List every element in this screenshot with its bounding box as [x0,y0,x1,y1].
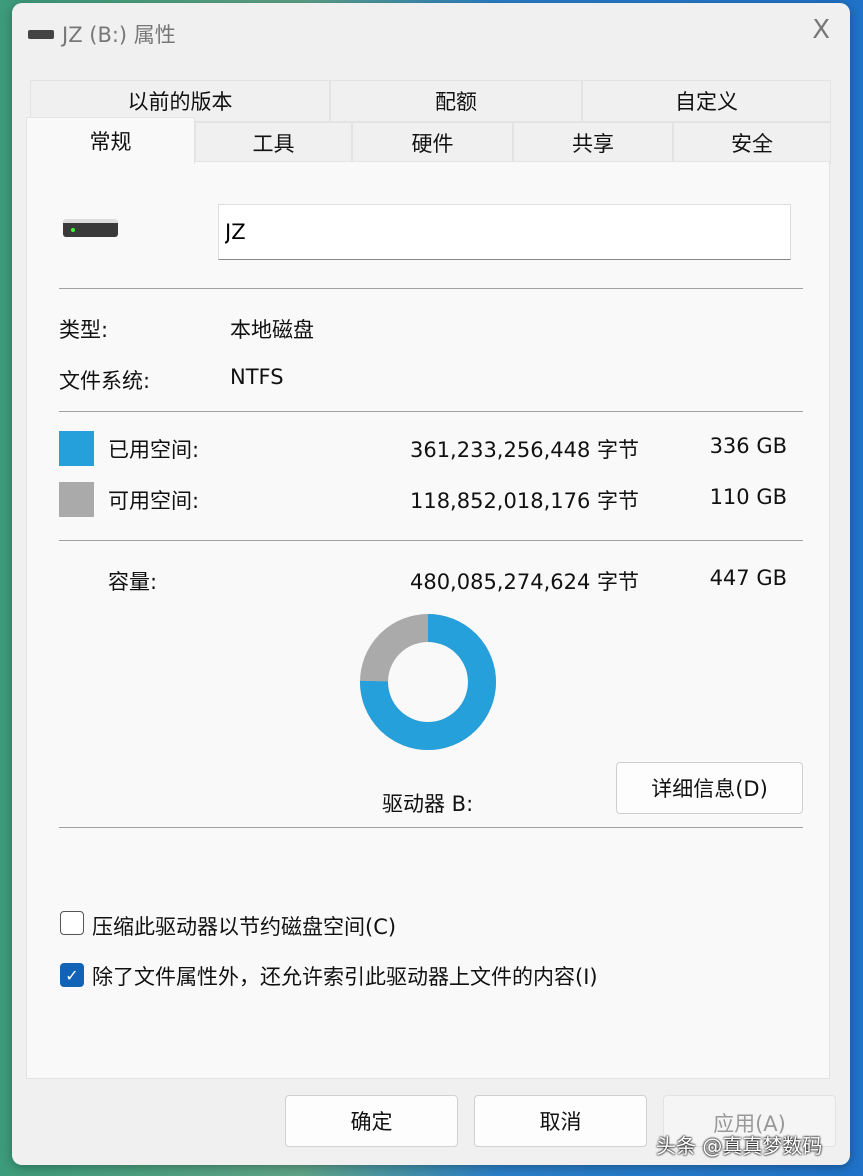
filesystem-label: 文件系统: [59,365,150,395]
compress-label: 压缩此驱动器以节约磁盘空间(C) [92,911,396,941]
tab-quota[interactable]: 配额 [330,80,582,122]
used-space-swatch [59,431,94,466]
index-label: 除了文件属性外，还允许索引此驱动器上文件的内容(I) [92,961,598,991]
tab-customize[interactable]: 自定义 [582,80,831,122]
tab-previous-versions[interactable]: 以前的版本 [30,80,330,122]
free-space-swatch [59,482,94,517]
type-label: 类型: [59,314,108,344]
filesystem-value: NTFS [230,365,284,389]
capacity-label: 容量: [108,566,157,596]
free-size: 110 GB [710,485,787,509]
watermark: 头条 @真真梦数码 [656,1130,822,1159]
close-button[interactable]: X [812,15,830,45]
index-checkbox[interactable]: ✓ [60,963,84,987]
used-bytes: 361,233,256,448 字节 [410,434,639,464]
checkmark-icon: ✓ [65,966,78,985]
compress-checkbox[interactable] [60,911,84,935]
used-label: 已用空间: [108,434,199,464]
usage-donut [359,613,497,751]
tab-tools[interactable]: 工具 [195,122,352,164]
drive-icon [28,30,54,39]
used-size: 336 GB [710,434,787,458]
capacity-size: 447 GB [710,566,787,590]
drive-name-input[interactable] [218,204,791,260]
tab-hardware[interactable]: 硬件 [352,122,513,164]
tab-general[interactable]: 常规 [26,117,195,164]
title-bar: JZ (B:) 属性 [28,19,176,49]
cancel-button[interactable]: 取消 [474,1095,647,1147]
capacity-bytes: 480,085,274,624 字节 [410,566,639,596]
details-button[interactable]: 详细信息(D) [616,762,803,814]
drive-letter-label: 驱动器 B: [382,788,473,818]
free-bytes: 118,852,018,176 字节 [410,485,639,515]
free-label: 可用空间: [108,485,199,515]
type-value: 本地磁盘 [230,314,314,344]
tab-sharing[interactable]: 共享 [513,122,673,164]
drive-icon [63,219,118,237]
window-title: JZ (B:) 属性 [62,19,176,49]
ok-button[interactable]: 确定 [285,1095,458,1147]
tab-security[interactable]: 安全 [673,122,831,164]
